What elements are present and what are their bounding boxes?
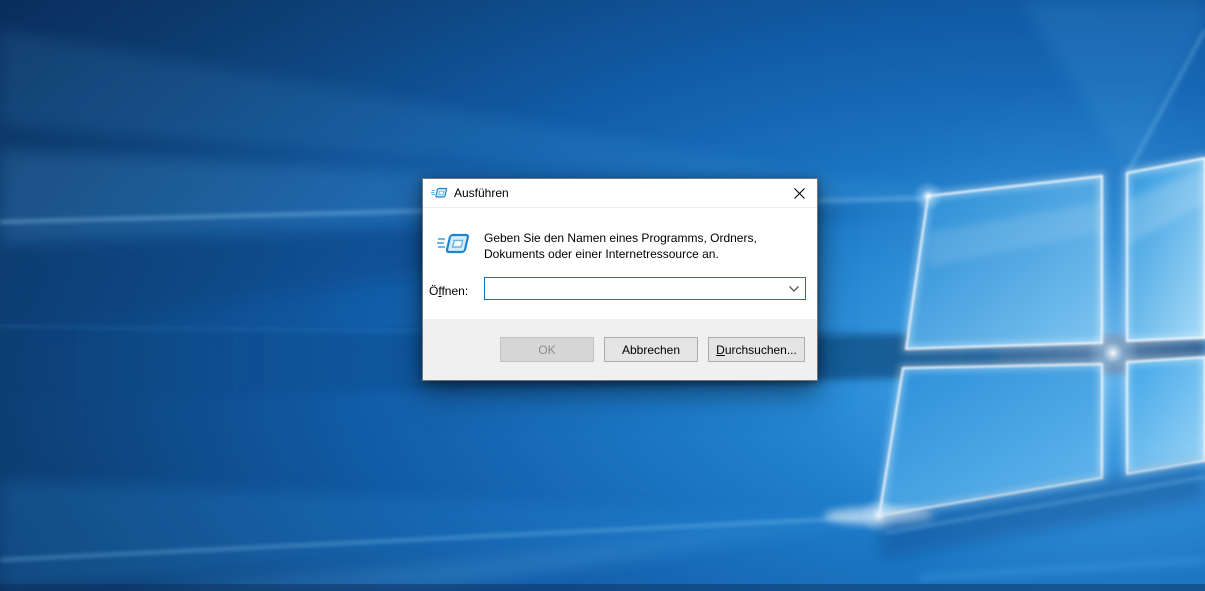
- browse-button[interactable]: Durchsuchen...: [708, 337, 805, 362]
- open-combobox[interactable]: [484, 277, 806, 300]
- cancel-button[interactable]: Abbrechen: [604, 337, 698, 362]
- dialog-message: Geben Sie den Namen eines Programms, Ord…: [484, 230, 757, 262]
- ok-button[interactable]: OK: [500, 337, 594, 362]
- dialog-body: Geben Sie den Namen eines Programms, Ord…: [423, 208, 817, 320]
- run-dialog-icon: [437, 233, 469, 254]
- open-label: Öffnen:: [429, 284, 469, 298]
- run-dialog: Ausführen Geben Sie den Namen eines Prog…: [422, 178, 818, 381]
- chevron-down-icon: [789, 285, 799, 292]
- message-line-1: Geben Sie den Namen eines Programms, Ord…: [484, 231, 757, 245]
- message-line-2: Dokuments oder einer Internetressource a…: [484, 247, 719, 261]
- close-button[interactable]: [781, 179, 817, 207]
- combobox-dropdown-button[interactable]: [783, 278, 805, 299]
- dialog-footer: OK Abbrechen Durchsuchen...: [423, 319, 817, 380]
- run-icon: [431, 187, 447, 198]
- title-bar: Ausführen: [423, 179, 817, 208]
- window-title: Ausführen: [454, 185, 509, 200]
- close-icon: [793, 187, 805, 199]
- open-input[interactable]: [485, 278, 783, 299]
- desktop: Ausführen Geben Sie den Namen eines Prog…: [0, 0, 1205, 591]
